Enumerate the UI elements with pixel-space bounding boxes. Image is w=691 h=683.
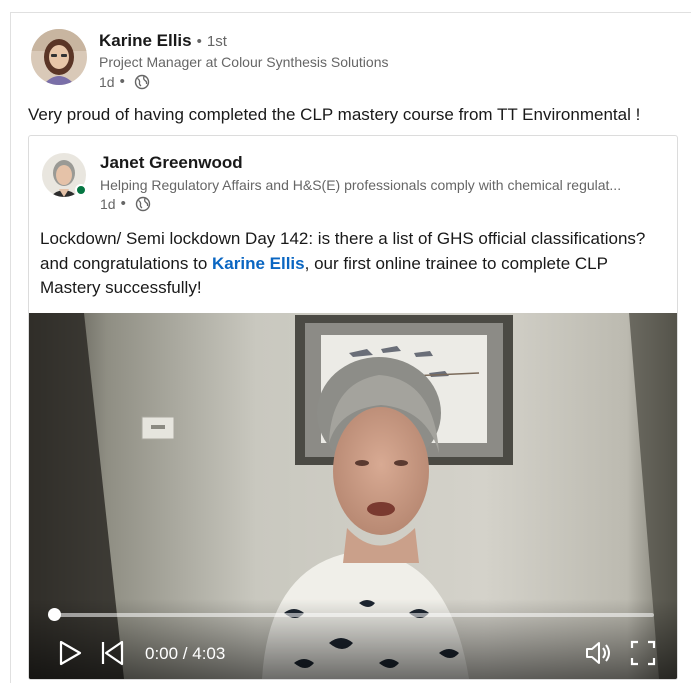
shared-actor: Janet Greenwood Helping Regulatory Affai…: [42, 153, 660, 212]
globe-icon: [134, 74, 150, 89]
separator-dot: •: [196, 33, 202, 50]
progress-thumb[interactable]: [48, 608, 61, 621]
video-player[interactable]: 0:00 / 4:03: [29, 313, 677, 679]
feed-post-card: Karine Ellis • 1st Project Manager at Co…: [10, 12, 691, 683]
replay-icon[interactable]: [99, 639, 127, 667]
connection-degree: 1st: [206, 33, 227, 50]
progress-bar[interactable]: [48, 608, 654, 621]
post-time: 1d: [99, 73, 115, 90]
actor-name[interactable]: Karine Ellis: [99, 31, 192, 51]
video-controls: 0:00 / 4:03: [29, 599, 677, 679]
shared-actor-headline: Helping Regulatory Affairs and H&S(E) pr…: [100, 177, 622, 193]
online-status-badge: [75, 184, 87, 196]
play-icon[interactable]: [56, 639, 84, 667]
avatar[interactable]: [31, 29, 87, 85]
post-commentary: Very proud of having completed the CLP m…: [28, 105, 641, 124]
actor-headline: Project Manager at Colour Synthesis Solu…: [99, 54, 389, 70]
post-actor: Karine Ellis • 1st Project Manager at Co…: [31, 29, 388, 90]
shared-post-text: Lockdown/ Semi lockdown Day 142: is ther…: [40, 227, 670, 301]
fullscreen-icon[interactable]: [629, 639, 657, 667]
globe-icon: [135, 196, 151, 211]
shared-post-time: 1d: [100, 195, 116, 212]
mention-link[interactable]: Karine Ellis: [212, 254, 305, 273]
shared-actor-name[interactable]: Janet Greenwood: [100, 153, 660, 173]
time-display: 0:00 / 4:03: [145, 644, 226, 663]
shared-post[interactable]: Janet Greenwood Helping Regulatory Affai…: [28, 135, 678, 680]
separator-dot: •: [120, 195, 126, 212]
separator-dot: •: [119, 73, 125, 90]
avatar[interactable]: [42, 153, 87, 197]
volume-icon[interactable]: [584, 639, 612, 667]
